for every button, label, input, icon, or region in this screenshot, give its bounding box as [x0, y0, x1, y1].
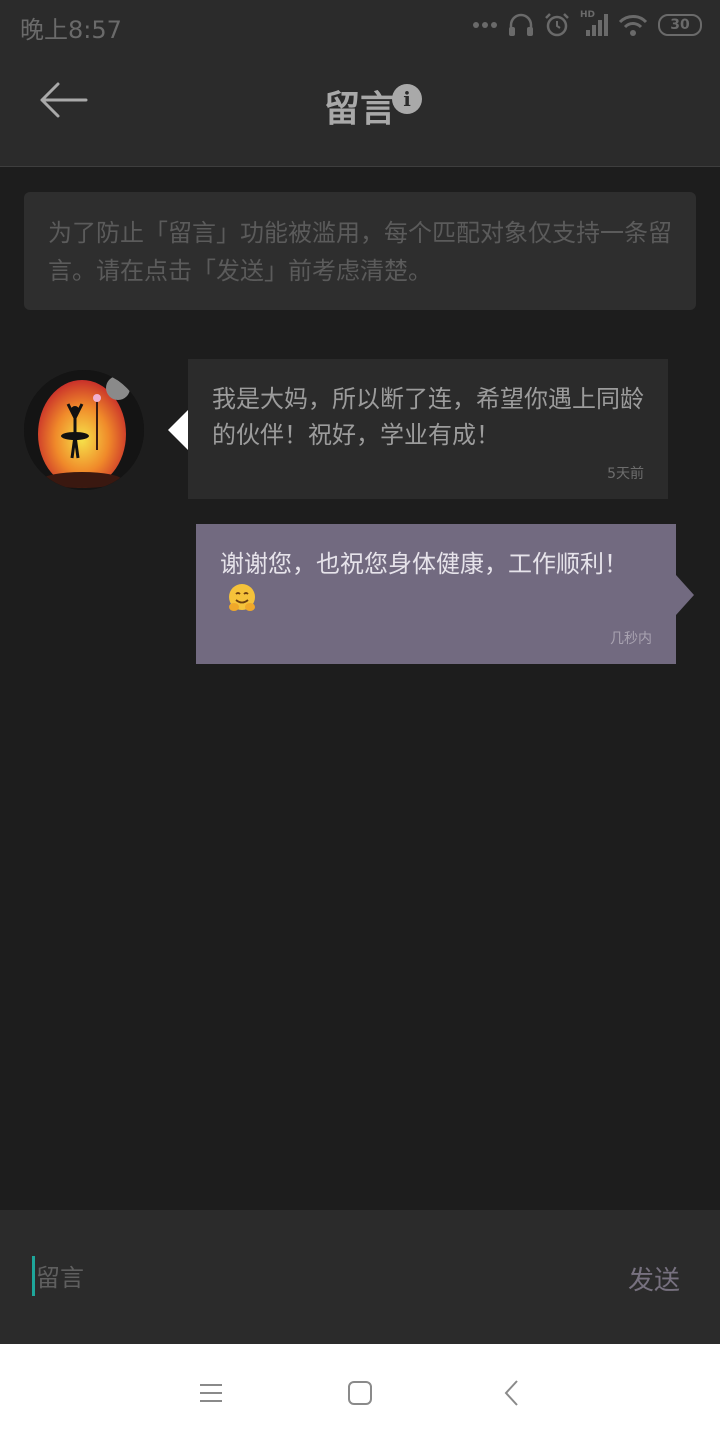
- hugging-face-emoji: [226, 582, 258, 614]
- message-time: 几秒内: [610, 631, 652, 647]
- outgoing-bubble-tail: [676, 575, 694, 615]
- back-chevron-icon: [504, 1380, 518, 1406]
- alarm-icon: [545, 13, 569, 37]
- status-icons: HD 30: [472, 10, 702, 40]
- send-button[interactable]: 发送: [628, 1260, 680, 1297]
- avatar-image: [24, 370, 144, 490]
- system-nav-bar: [0, 1344, 720, 1440]
- info-icon[interactable]: i: [392, 84, 422, 114]
- message-text-wrapper: 谢谢您，也祝您身体健康，工作顺利！: [220, 546, 652, 618]
- message-text: 我是大妈，所以断了连，希望你遇上同龄的伙伴！祝好，学业有成！: [212, 385, 644, 449]
- incoming-message[interactable]: 我是大妈，所以断了连，希望你遇上同龄的伙伴！祝好，学业有成！ 5天前: [188, 359, 668, 499]
- app-bar: 留言 i: [0, 50, 720, 167]
- menu-button[interactable]: [196, 1378, 226, 1408]
- battery-indicator: 30: [658, 14, 702, 36]
- menu-icon: [200, 1384, 222, 1402]
- outgoing-message[interactable]: 谢谢您，也祝您身体健康，工作顺利！ 几秒内: [196, 524, 676, 664]
- home-square-icon: [348, 1381, 372, 1405]
- wifi-icon: [618, 15, 648, 36]
- notice-banner: 为了防止「留言」功能被滥用，每个匹配对象仅支持一条留言。请在点击「发送」前考虑清…: [24, 192, 696, 310]
- nav-back-button[interactable]: [497, 1378, 527, 1408]
- signal-strength-icon: HD: [580, 10, 608, 38]
- home-button[interactable]: [345, 1378, 375, 1408]
- message-time: 5天前: [607, 466, 644, 482]
- message-input[interactable]: [36, 1258, 556, 1298]
- status-bar: 晚上8:57 HD 30: [0, 0, 720, 50]
- headphones-icon: [509, 13, 533, 36]
- composer: 发送: [0, 1210, 720, 1344]
- more-dots-icon: [473, 22, 497, 28]
- status-time: 晚上8:57: [20, 16, 122, 44]
- text-caret: [32, 1256, 35, 1296]
- incoming-bubble-tail: [168, 410, 188, 450]
- page-title: 留言: [323, 89, 396, 130]
- avatar[interactable]: [24, 370, 144, 490]
- message-text: 谢谢您，也祝您身体健康，工作顺利！: [220, 550, 628, 578]
